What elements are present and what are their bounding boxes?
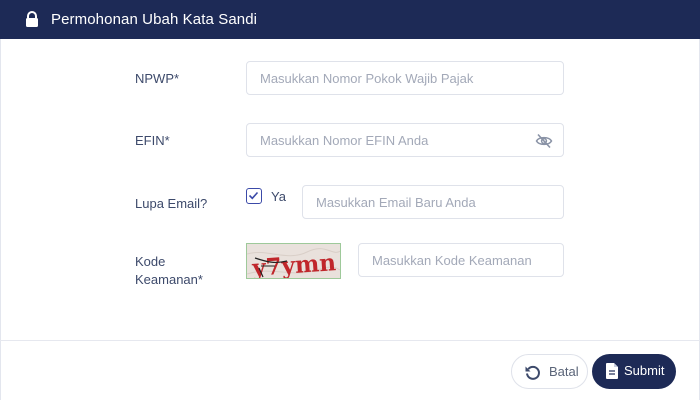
captcha-text: y7ymn <box>250 249 337 279</box>
form-header: Permohonan Ubah Kata Sandi <box>0 0 700 39</box>
eye-slash-icon[interactable] <box>535 133 553 149</box>
npwp-input[interactable]: Masukkan Nomor Pokok Wajib Pajak <box>246 61 564 95</box>
batal-button-label: Batal <box>549 364 579 379</box>
kode-keamanan-input[interactable]: Masukkan Kode Keamanan <box>358 243 564 277</box>
lupa-email-checkbox[interactable] <box>246 188 262 204</box>
check-icon <box>248 191 259 200</box>
efin-input[interactable]: Masukkan Nomor EFIN Anda <box>246 123 564 157</box>
npwp-placeholder: Masukkan Nomor Pokok Wajib Pajak <box>260 70 474 86</box>
card-border <box>0 39 1 400</box>
file-icon <box>606 363 618 379</box>
batal-button[interactable]: Batal <box>511 354 588 389</box>
efin-placeholder: Masukkan Nomor EFIN Anda <box>260 132 429 148</box>
lupa-email-label: Lupa Email? <box>135 196 208 211</box>
email-baru-input[interactable]: Masukkan Email Baru Anda <box>302 185 564 219</box>
form-title: Permohonan Ubah Kata Sandi <box>51 11 258 28</box>
submit-button[interactable]: Submit <box>592 354 676 389</box>
captcha-image: y7ymn <box>246 243 341 279</box>
efin-label: EFIN* <box>135 133 170 148</box>
lupa-email-checkbox-label: Ya <box>271 189 286 204</box>
submit-button-label: Submit <box>624 363 665 378</box>
footer-divider <box>0 340 700 341</box>
email-baru-placeholder: Masukkan Email Baru Anda <box>316 194 476 210</box>
npwp-label: NPWP* <box>135 71 180 86</box>
kode-keamanan-label: Kode <box>135 254 166 269</box>
lock-icon <box>26 11 38 27</box>
undo-icon <box>525 365 540 380</box>
kode-keamanan-label-line2: Keamanan* <box>135 272 203 287</box>
kode-keamanan-placeholder: Masukkan Kode Keamanan <box>372 252 532 268</box>
